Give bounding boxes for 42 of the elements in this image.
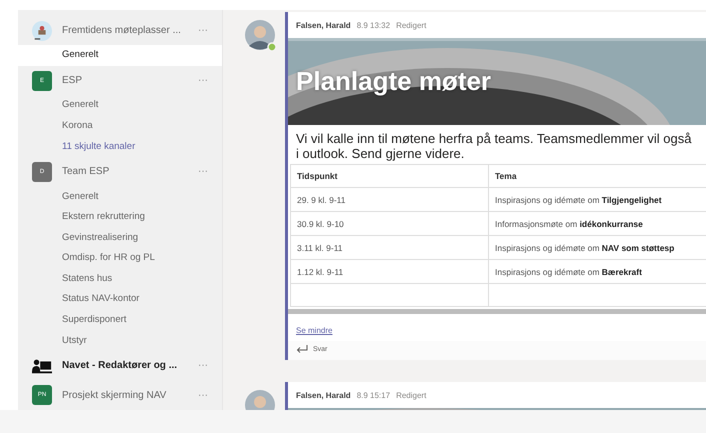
channel-item[interactable]: Status NAV-kontor xyxy=(18,289,222,310)
team-avatar-icon xyxy=(32,20,52,42)
table-cell: 1.12 kl. 9-11 xyxy=(290,260,488,284)
more-options-icon[interactable]: ··· xyxy=(198,25,208,36)
more-options-icon[interactable]: ··· xyxy=(198,360,208,372)
timestamp: 8.9 13:32 xyxy=(356,20,390,30)
channel-item[interactable]: Generelt xyxy=(18,45,222,66)
person-computer-icon xyxy=(32,358,52,374)
channel-item[interactable]: Gevinstrealisering xyxy=(18,228,222,248)
more-options-icon[interactable]: ··· xyxy=(198,75,208,86)
channel-item[interactable]: Omdisp. for HR og PL xyxy=(18,248,222,269)
channel-item[interactable]: Utstyr xyxy=(18,330,222,352)
hidden-channels-link[interactable]: 11 skjulte kanaler xyxy=(18,136,222,158)
table-cell: 30.9 kl. 9-10 xyxy=(290,212,488,236)
avatar-icon xyxy=(245,20,277,52)
author-name: Falsen, Harald xyxy=(296,20,351,30)
channel-item[interactable]: Korona xyxy=(18,116,222,137)
channel-item[interactable]: Generelt xyxy=(18,95,222,116)
see-less-link[interactable]: Se mindre xyxy=(288,314,332,341)
team-name[interactable]: Fremtidens møteplasser ... xyxy=(62,25,188,36)
message-text: Vi vil kalle inn til møtene herfra på teams. Teamsmedlemmer vil også xyxy=(296,131,692,146)
more-options-icon[interactable]: ··· xyxy=(198,166,208,178)
edited-label: Redigert xyxy=(396,390,426,400)
table-cell: 29. 9 kl. 9-11 xyxy=(290,188,488,212)
team-name[interactable]: Navet - Redaktører og ... xyxy=(62,360,188,372)
message-text: i outlook. Send gjerne videre. xyxy=(296,146,466,161)
team-name[interactable]: Team ESP xyxy=(62,166,188,178)
team-name[interactable]: ESP xyxy=(62,75,188,86)
column-header: Tema xyxy=(488,164,706,188)
table-cell: 3.11 kl. 9-11 xyxy=(290,236,488,260)
channel-item[interactable]: Superdisponert xyxy=(18,310,222,331)
channel-item[interactable]: Ekstern rekruttering xyxy=(18,207,222,228)
more-options-icon[interactable]: ··· xyxy=(198,390,208,401)
column-header: Tidspunkt xyxy=(290,164,488,188)
timestamp: 8.9 15:17 xyxy=(356,390,390,400)
channel-item[interactable]: Generelt xyxy=(18,186,222,208)
horizontal-scrollbar[interactable] xyxy=(288,309,706,314)
author-name: Falsen, Harald xyxy=(296,390,351,400)
channel-item[interactable]: Statens hus xyxy=(18,268,222,290)
reply-arrow-icon xyxy=(296,345,308,354)
team-name[interactable]: Prosjekt skjerming NAV xyxy=(62,390,188,401)
edited-label: Redigert xyxy=(396,20,426,30)
